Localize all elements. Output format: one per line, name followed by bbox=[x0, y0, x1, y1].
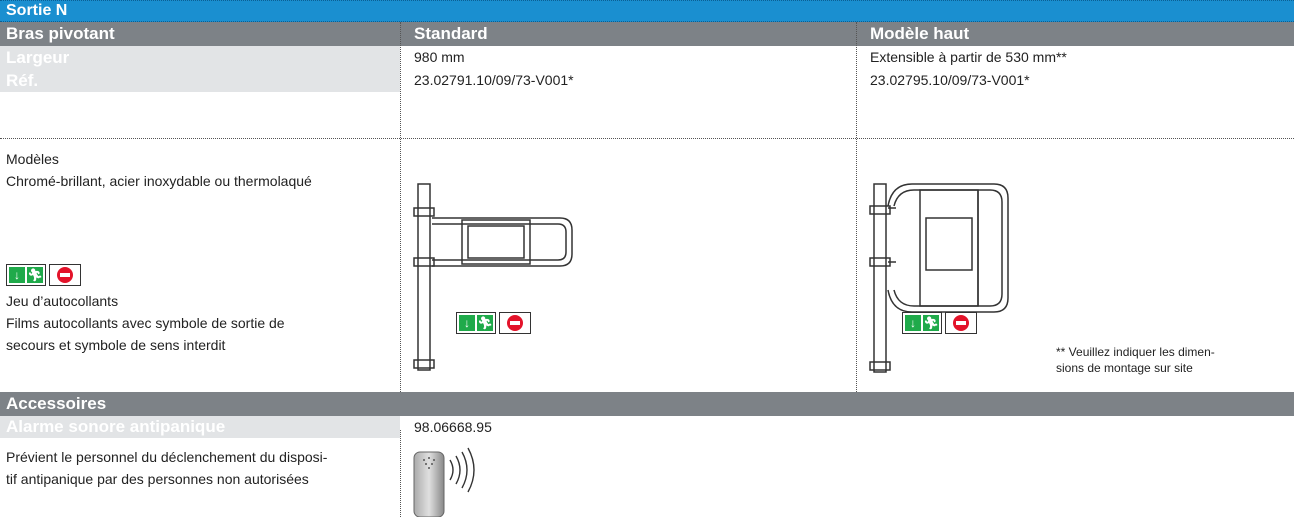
standard-gate-illustration bbox=[413, 183, 573, 371]
stickers-desc-line2: secours et symbole de sens interdit bbox=[6, 337, 226, 353]
emergency-exit-icon: ↓ 🏃︎ bbox=[902, 312, 942, 334]
largeur-label: Largeur bbox=[6, 48, 70, 67]
no-entry-icon bbox=[499, 312, 531, 334]
ref-haut-value: 23.02795.10/09/73-V001* bbox=[870, 72, 1030, 88]
stickers-desc-line1: Films autocollants avec symbole de sorti… bbox=[6, 315, 285, 331]
accessories-heading: Accessoires bbox=[6, 394, 107, 413]
title-bar: Sortie N bbox=[0, 0, 1294, 22]
accessories-header-bar: Accessoires bbox=[0, 392, 1294, 416]
column-header-standard: Standard bbox=[414, 24, 488, 43]
column-divider bbox=[400, 22, 401, 392]
footnote-line1: ** Veuillez indiquer les dimen- bbox=[1056, 345, 1215, 359]
stickers-heading: Jeu d’autocollants bbox=[6, 293, 119, 309]
ref-standard-value: 23.02791.10/09/73-V001* bbox=[414, 72, 574, 88]
ref-label: Réf. bbox=[6, 71, 39, 90]
column-header-modele-haut: Modèle haut bbox=[870, 24, 970, 43]
largeur-haut-value: Extensible à partir de 530 mm** bbox=[870, 49, 1067, 65]
sticker-icons: ↓ 🏃︎ bbox=[6, 264, 81, 286]
alarm-desc-line2: tif antipanique par des personnes non au… bbox=[6, 471, 309, 487]
alarm-ref-value: 98.06668.95 bbox=[414, 419, 492, 435]
models-finishes: Chromé-brillant, acier inoxydable ou the… bbox=[6, 173, 312, 189]
alarm-desc-line1: Prévient le personnel du déclenchement d… bbox=[6, 449, 328, 465]
no-entry-icon bbox=[49, 264, 81, 286]
page-title: Sortie N bbox=[6, 2, 68, 19]
alarm-label: Alarme sonore antipanique bbox=[6, 417, 226, 436]
separator-line bbox=[0, 138, 1294, 139]
footnote-line2: sions de montage sur site bbox=[1056, 361, 1193, 375]
models-heading: Modèles bbox=[6, 151, 59, 167]
column-header-bar: Bras pivotant Standard Modèle haut bbox=[0, 22, 1294, 46]
emergency-exit-icon: ↓ 🏃︎ bbox=[456, 312, 496, 334]
standard-sticker-icons: ↓ 🏃︎ bbox=[456, 312, 531, 334]
high-sticker-icons: ↓ 🏃︎ bbox=[902, 312, 977, 334]
alarm-device-illustration bbox=[413, 447, 475, 517]
emergency-exit-icon: ↓ 🏃︎ bbox=[6, 264, 46, 286]
column-divider bbox=[856, 22, 857, 392]
high-gate-illustration bbox=[869, 183, 1009, 373]
column-header-bras-pivotant: Bras pivotant bbox=[6, 24, 115, 43]
no-entry-icon bbox=[945, 312, 977, 334]
largeur-standard-value: 980 mm bbox=[414, 49, 465, 65]
column-divider bbox=[400, 430, 401, 517]
